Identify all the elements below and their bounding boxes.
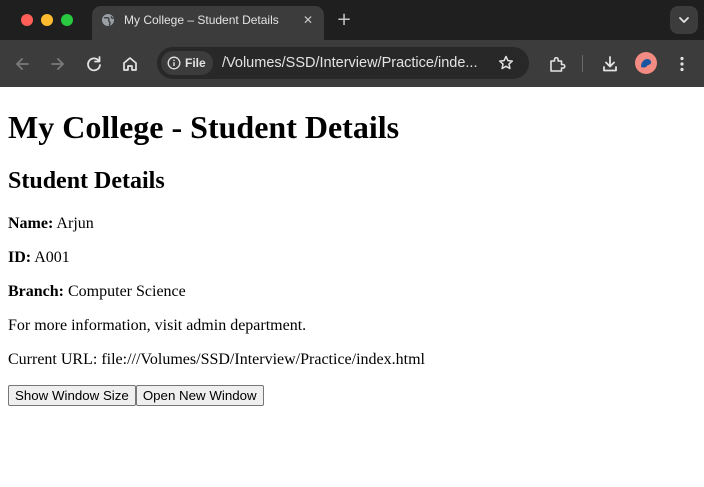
menu-icon[interactable] (670, 52, 694, 76)
home-icon[interactable] (118, 52, 142, 76)
site-info-chip[interactable]: File (161, 51, 213, 75)
tab-title: My College – Student Details (124, 13, 279, 27)
info-text: For more information, visit admin depart… (8, 317, 307, 334)
reload-icon[interactable] (82, 52, 106, 76)
profile-avatar[interactable] (635, 52, 657, 74)
current-url-text: Current URL: file:///Volumes/SSD/Intervi… (8, 351, 425, 368)
toolbar-divider (582, 55, 583, 72)
student-branch: Branch: Computer Science (8, 282, 186, 302)
show-window-size-button[interactable]: Show Window Size (8, 385, 136, 406)
field-value: Computer Science (64, 283, 186, 300)
extensions-icon[interactable] (545, 52, 569, 76)
section-heading: Student Details (8, 168, 165, 194)
button-row: Show Window Size Open New Window (8, 385, 264, 406)
tab-strip: My College – Student Details ✕ + (0, 0, 704, 40)
back-icon[interactable] (10, 52, 34, 76)
field-label: Name: (8, 215, 54, 232)
tab-search-icon[interactable] (670, 6, 698, 34)
student-name: Name: Arjun (8, 214, 94, 234)
window-minimize-button[interactable] (41, 14, 53, 26)
star-icon[interactable] (494, 51, 518, 75)
address-bar[interactable]: File /Volumes/SSD/Interview/Practice/ind… (157, 47, 529, 79)
url-text[interactable]: /Volumes/SSD/Interview/Practice/inde... (222, 54, 488, 72)
chip-label: File (185, 56, 206, 70)
download-icon[interactable] (598, 52, 622, 76)
browser-toolbar: File /Volumes/SSD/Interview/Practice/ind… (0, 40, 704, 87)
open-new-window-button[interactable]: Open New Window (135, 385, 264, 406)
page-content: My College - Student Details Student Det… (0, 87, 704, 487)
field-value: Arjun (53, 215, 94, 232)
window-close-button[interactable] (21, 14, 33, 26)
field-label: Branch: (8, 283, 64, 300)
globe-icon (101, 13, 115, 27)
close-icon[interactable]: ✕ (300, 12, 316, 28)
forward-icon[interactable] (46, 52, 70, 76)
window-maximize-button[interactable] (61, 14, 73, 26)
field-value: A001 (31, 249, 70, 266)
page-title: My College - Student Details (8, 109, 400, 145)
student-id: ID: A001 (8, 248, 70, 268)
browser-tab[interactable]: My College – Student Details ✕ (92, 6, 324, 40)
info-icon (167, 56, 181, 70)
field-label: ID: (8, 249, 32, 266)
new-tab-icon[interactable]: + (334, 10, 354, 30)
